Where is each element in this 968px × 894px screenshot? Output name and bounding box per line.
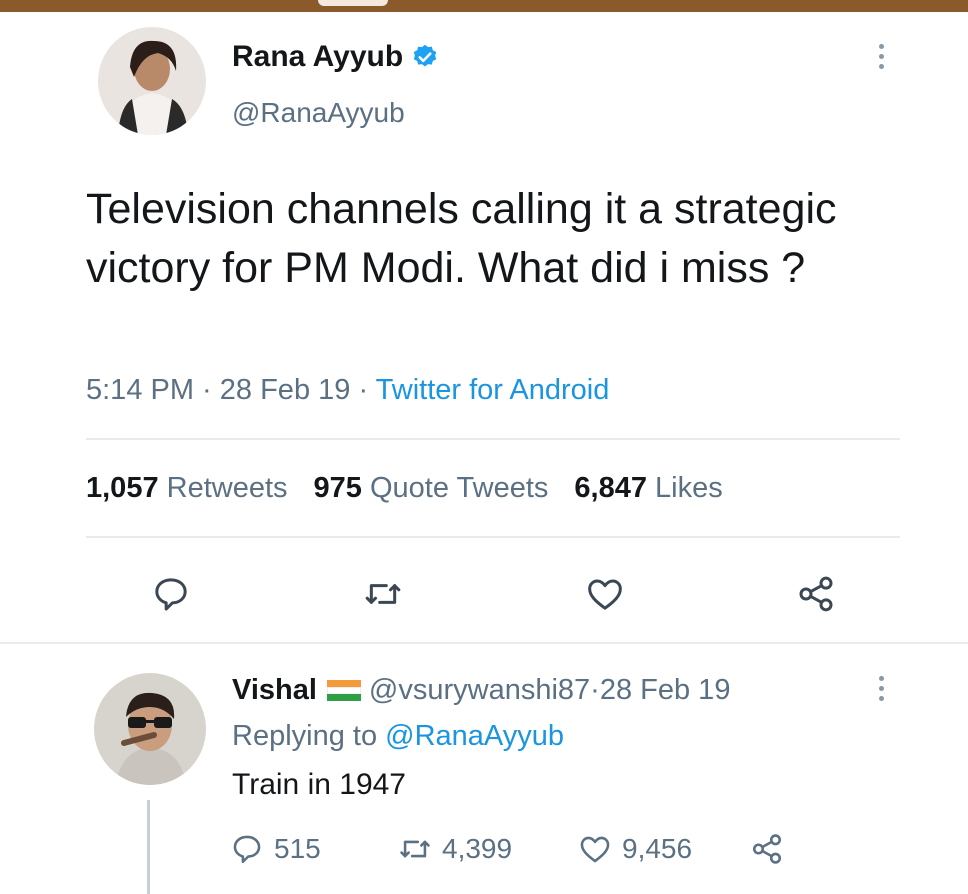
reply-text: Train in 1947 bbox=[232, 768, 406, 801]
tweet-date[interactable]: 28 Feb 19 bbox=[220, 374, 351, 406]
reply-icon bbox=[233, 835, 261, 864]
reply-share-button[interactable] bbox=[750, 832, 794, 866]
meta-separator: · bbox=[350, 374, 376, 406]
reply-retweets-count: 4,399 bbox=[442, 833, 513, 864]
meta-separator: · bbox=[194, 374, 220, 406]
tweet-time[interactable]: 5:14 PM bbox=[86, 374, 194, 406]
reply-author-name[interactable]: Vishal bbox=[232, 674, 317, 707]
tweet-meta: 5:14 PM · 28 Feb 19 · Twitter for Androi… bbox=[86, 374, 609, 407]
likes-count: 6,847 bbox=[574, 472, 647, 504]
verified-badge-icon bbox=[413, 44, 437, 67]
retweets-count: 1,057 bbox=[86, 472, 159, 504]
reply-button[interactable] bbox=[147, 570, 195, 618]
tweet-text: Television channels calling it a strateg… bbox=[86, 185, 837, 292]
author-name-row: Rana Ayyub bbox=[232, 40, 439, 74]
reply-action-bar: 515 4,399 9,456 bbox=[230, 832, 794, 866]
reply-avatar[interactable] bbox=[94, 673, 206, 785]
retweet-button[interactable] bbox=[359, 570, 407, 618]
reply-likes-count: 9,456 bbox=[622, 833, 693, 864]
retweet-icon bbox=[400, 840, 430, 858]
tweet-source[interactable]: Twitter for Android bbox=[376, 374, 610, 406]
author-avatar[interactable] bbox=[98, 27, 206, 135]
reply-reply-button[interactable]: 515 bbox=[230, 832, 398, 866]
author-name[interactable]: Rana Ayyub bbox=[232, 40, 403, 74]
quotes-count: 975 bbox=[313, 472, 362, 504]
top-strip bbox=[0, 0, 968, 12]
share-icon bbox=[799, 576, 833, 612]
heart-icon bbox=[580, 836, 610, 863]
share-icon bbox=[752, 834, 782, 864]
reply-date[interactable]: 28 Feb 19 bbox=[600, 674, 731, 707]
reply-like-button[interactable]: 9,456 bbox=[578, 832, 750, 866]
heart-icon bbox=[588, 579, 622, 610]
reply-name-row: Vishal @vsurywanshi87 · 28 Feb 19 bbox=[232, 674, 730, 707]
likes-stat[interactable]: 6,847 Likes bbox=[574, 472, 722, 505]
thread-connector bbox=[147, 800, 150, 894]
replying-prefix: Replying to bbox=[232, 720, 386, 752]
reply-more-vertical-icon[interactable] bbox=[876, 676, 886, 701]
more-vertical-icon[interactable] bbox=[876, 44, 886, 69]
tweet-stats: 1,057 Retweets 975 Quote Tweets 6,847 Li… bbox=[86, 472, 723, 505]
author-handle[interactable]: @RanaAyyub bbox=[232, 97, 405, 129]
reply-icon bbox=[155, 578, 187, 611]
divider bbox=[86, 536, 900, 538]
reply-separator: · bbox=[590, 674, 600, 706]
top-strip-mark bbox=[318, 0, 388, 6]
reply-author-handle[interactable]: @vsurywanshi87 bbox=[369, 674, 590, 707]
reply-replies-count: 515 bbox=[274, 833, 321, 864]
retweets-label: Retweets bbox=[166, 472, 288, 504]
retweet-icon bbox=[365, 584, 401, 604]
replying-mention[interactable]: @RanaAyyub bbox=[385, 720, 564, 752]
quotes-label: Quote Tweets bbox=[369, 472, 549, 504]
likes-label: Likes bbox=[655, 472, 723, 504]
divider bbox=[86, 438, 900, 440]
share-button[interactable] bbox=[792, 570, 840, 618]
india-flag-icon bbox=[326, 679, 361, 702]
quotes-stat[interactable]: 975 Quote Tweets bbox=[314, 472, 549, 505]
like-button[interactable] bbox=[581, 570, 629, 618]
reply-retweet-button[interactable]: 4,399 bbox=[398, 832, 578, 866]
replying-to: Replying to @RanaAyyub bbox=[232, 720, 564, 753]
retweets-stat[interactable]: 1,057 Retweets bbox=[86, 472, 288, 505]
divider bbox=[0, 642, 968, 644]
